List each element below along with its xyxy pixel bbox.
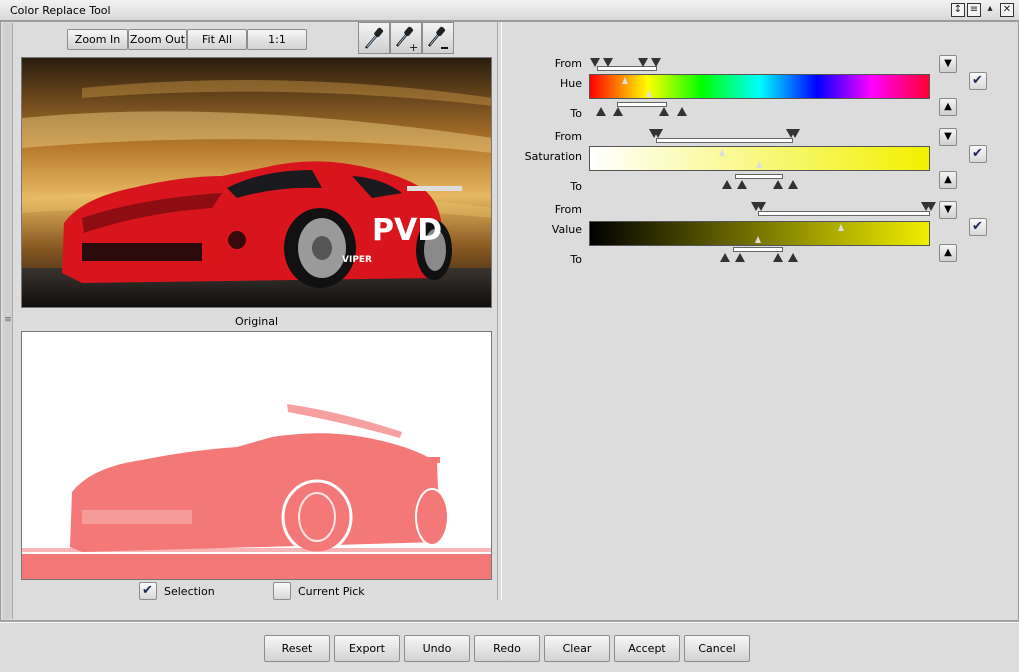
value-from-handle[interactable]: [926, 202, 936, 211]
hue-move-up-button[interactable]: ▲: [939, 98, 957, 116]
arrow-up-bar-icon: ▲: [944, 174, 952, 185]
undo-button[interactable]: Undo: [404, 635, 470, 662]
hue-marker: [646, 90, 652, 97]
hue-from-label: From: [554, 57, 582, 70]
footer-separator: [0, 621, 1019, 623]
value-to-handle[interactable]: [788, 253, 798, 262]
hue-to-handle[interactable]: [659, 107, 669, 116]
value-to-handle[interactable]: [735, 253, 745, 262]
current-pick-checkbox[interactable]: [273, 582, 291, 600]
menu-icon[interactable]: ≡: [967, 3, 981, 17]
eyedropper-subtract-button[interactable]: [422, 22, 454, 54]
saturation-from-handle[interactable]: [790, 129, 800, 138]
arrow-up-bar-icon: ▲: [944, 101, 952, 112]
hue-from-handle[interactable]: [651, 58, 661, 67]
one-to-one-button[interactable]: 1:1: [247, 29, 307, 50]
saturation-label: Saturation: [524, 150, 582, 163]
car-logo-text: PVD: [372, 213, 442, 248]
accept-button[interactable]: Accept: [614, 635, 680, 662]
check-icon: ✔: [972, 73, 983, 88]
value-to-handle[interactable]: [720, 253, 730, 262]
value-from-label: From: [554, 203, 582, 216]
value-marker: [838, 224, 844, 231]
saturation-to-handle[interactable]: [722, 180, 732, 189]
hue-to-handle[interactable]: [596, 107, 606, 116]
current-pick-label: Current Pick: [298, 585, 365, 598]
eyedropper-icon: [365, 27, 384, 49]
svg-text:+: +: [409, 41, 418, 52]
saturation-marker: [756, 161, 762, 168]
value-move-down-button[interactable]: ▼: [939, 201, 957, 219]
original-label: Original: [234, 315, 279, 328]
title-bar: Color Replace Tool ↕ ≡ ▴ ✕: [0, 0, 1019, 21]
hue-to-handle[interactable]: [613, 107, 623, 116]
reset-button[interactable]: Reset: [264, 635, 330, 662]
hue-gradient-bar[interactable]: [589, 74, 930, 99]
hue-marker: [622, 77, 628, 84]
arrow-down-bar-icon: ▼: [944, 204, 952, 215]
arrow-down-bar-icon: ▼: [944, 58, 952, 69]
eyedropper-add-button[interactable]: +: [390, 22, 422, 54]
hue-move-down-button[interactable]: ▼: [939, 55, 957, 73]
selection-checkbox[interactable]: ✔: [139, 582, 157, 600]
restore-icon[interactable]: ↕: [951, 3, 965, 17]
original-image[interactable]: PVD VIPER: [21, 57, 492, 308]
hue-enable-checkbox[interactable]: ✔: [969, 72, 987, 90]
saturation-enable-checkbox[interactable]: ✔: [969, 145, 987, 163]
saturation-to-handle[interactable]: [773, 180, 783, 189]
saturation-to-range[interactable]: [735, 174, 783, 179]
saturation-to-handle[interactable]: [788, 180, 798, 189]
cancel-button[interactable]: Cancel: [684, 635, 750, 662]
hue-from-handle[interactable]: [603, 58, 613, 67]
value-to-handle[interactable]: [773, 253, 783, 262]
car-side-text: VIPER: [342, 255, 372, 265]
saturation-to-label: To: [570, 180, 582, 193]
zoom-in-button[interactable]: Zoom In: [67, 29, 128, 50]
hue-to-handle[interactable]: [677, 107, 687, 116]
check-icon: ✔: [142, 583, 153, 598]
clear-button[interactable]: Clear: [544, 635, 610, 662]
arrow-down-bar-icon: ▼: [944, 131, 952, 142]
saturation-move-up-button[interactable]: ▲: [939, 171, 957, 189]
saturation-marker: [719, 149, 725, 156]
selection-label: Selection: [164, 585, 215, 598]
redo-button[interactable]: Redo: [474, 635, 540, 662]
hue-from-handle[interactable]: [590, 58, 600, 67]
saturation-from-range[interactable]: [656, 138, 793, 143]
value-to-label: To: [570, 253, 582, 266]
value-enable-checkbox[interactable]: ✔: [969, 218, 987, 236]
window-title: Color Replace Tool: [10, 4, 111, 17]
minimize-icon[interactable]: ▴: [983, 3, 997, 17]
value-to-range[interactable]: [733, 247, 783, 252]
value-from-range[interactable]: [758, 211, 930, 216]
check-icon: ✔: [972, 146, 983, 161]
value-label: Value: [551, 223, 582, 236]
hue-to-label: To: [570, 107, 582, 120]
arrow-up-bar-icon: ▲: [944, 247, 952, 258]
value-from-handle[interactable]: [756, 202, 766, 211]
export-button[interactable]: Export: [334, 635, 400, 662]
eyedropper-button[interactable]: [358, 22, 390, 54]
fit-all-button[interactable]: Fit All: [187, 29, 247, 50]
hue-label: Hue: [559, 77, 582, 90]
value-move-up-button[interactable]: ▲: [939, 244, 957, 262]
grip-icon[interactable]: ≡: [4, 315, 12, 325]
close-icon[interactable]: ✕: [1000, 3, 1014, 17]
eyedropper-subtract-icon: [428, 26, 448, 49]
saturation-from-handle[interactable]: [653, 129, 663, 138]
check-icon: ✔: [972, 219, 983, 234]
zoom-out-button[interactable]: Zoom Out: [128, 29, 187, 50]
saturation-move-down-button[interactable]: ▼: [939, 128, 957, 146]
value-marker: [755, 236, 761, 243]
saturation-from-label: From: [554, 130, 582, 143]
hue-from-handle[interactable]: [638, 58, 648, 67]
saturation-to-handle[interactable]: [737, 180, 747, 189]
eyedropper-add-icon: +: [396, 26, 418, 52]
selection-preview[interactable]: [21, 331, 492, 580]
